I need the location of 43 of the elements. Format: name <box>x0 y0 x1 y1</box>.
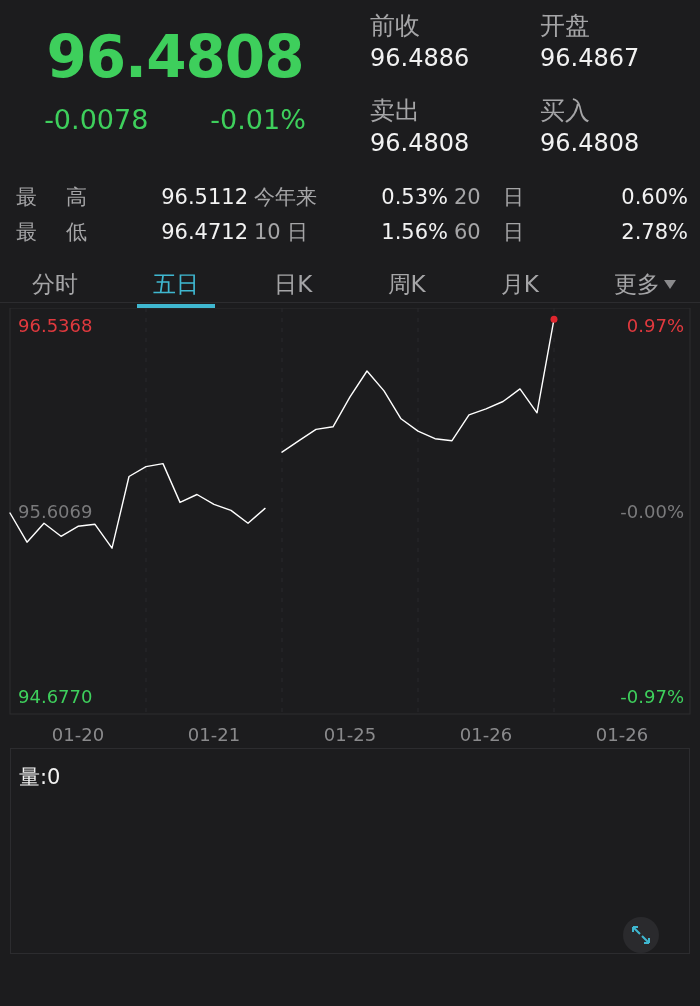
stat-value: 2.78% <box>620 219 688 246</box>
date-axis-label: 01-21 <box>187 724 241 745</box>
percent-axis-label: -0.00% <box>620 500 684 522</box>
stat-label: 最 高 <box>16 184 88 211</box>
period-tab[interactable]: 周K <box>371 270 442 308</box>
field-value: 96.4867 <box>540 43 641 74</box>
period-tab[interactable]: 日K <box>258 270 329 308</box>
field-label: 买入 <box>540 95 591 127</box>
date-axis-label: 01-20 <box>51 724 105 745</box>
period-tab[interactable]: 月K <box>484 270 555 308</box>
stat-value: 0.53% <box>380 184 449 211</box>
stat-label: 今年来 <box>254 184 318 211</box>
period-tab[interactable]: 五日 <box>137 270 216 308</box>
field-value: 96.4808 <box>370 128 471 159</box>
period-tab[interactable]: 分时 <box>16 270 94 308</box>
price-axis-label: 96.5368 <box>18 315 93 337</box>
stat-value: 96.4712 <box>160 219 249 246</box>
period-tab[interactable]: 更多 <box>598 270 692 308</box>
expand-icon[interactable] <box>623 917 659 953</box>
price-axis-label: 95.6069 <box>18 500 93 522</box>
field-value: 96.4886 <box>370 43 471 74</box>
date-axis-label: 01-26 <box>595 724 649 745</box>
last-price: 96.4808 <box>46 22 304 92</box>
date-axis-label: 01-25 <box>323 724 377 745</box>
current-point-marker <box>550 315 558 323</box>
volume-label: 量:0 <box>19 764 61 791</box>
stat-value: 1.56% <box>380 219 449 246</box>
price-change: -0.0078 <box>44 104 149 135</box>
price-axis-label: 94.6770 <box>18 685 93 707</box>
stat-value: 96.5112 <box>160 184 249 211</box>
field-label: 开盘 <box>540 10 591 42</box>
field-label: 卖出 <box>370 95 421 127</box>
stat-label: 20 日 <box>454 184 526 211</box>
date-axis-label: 01-26 <box>459 724 513 745</box>
field-label: 前收 <box>370 10 421 42</box>
stat-value: 0.60% <box>620 184 688 211</box>
percent-change: -0.01% <box>210 104 306 135</box>
percent-axis-label: -0.97% <box>620 685 684 707</box>
field-value: 96.4808 <box>540 128 641 159</box>
stat-label: 60 日 <box>454 219 526 246</box>
stat-label: 最 低 <box>16 219 88 246</box>
percent-axis-label: 0.97% <box>626 315 684 337</box>
stat-label: 10 日 <box>254 219 310 246</box>
